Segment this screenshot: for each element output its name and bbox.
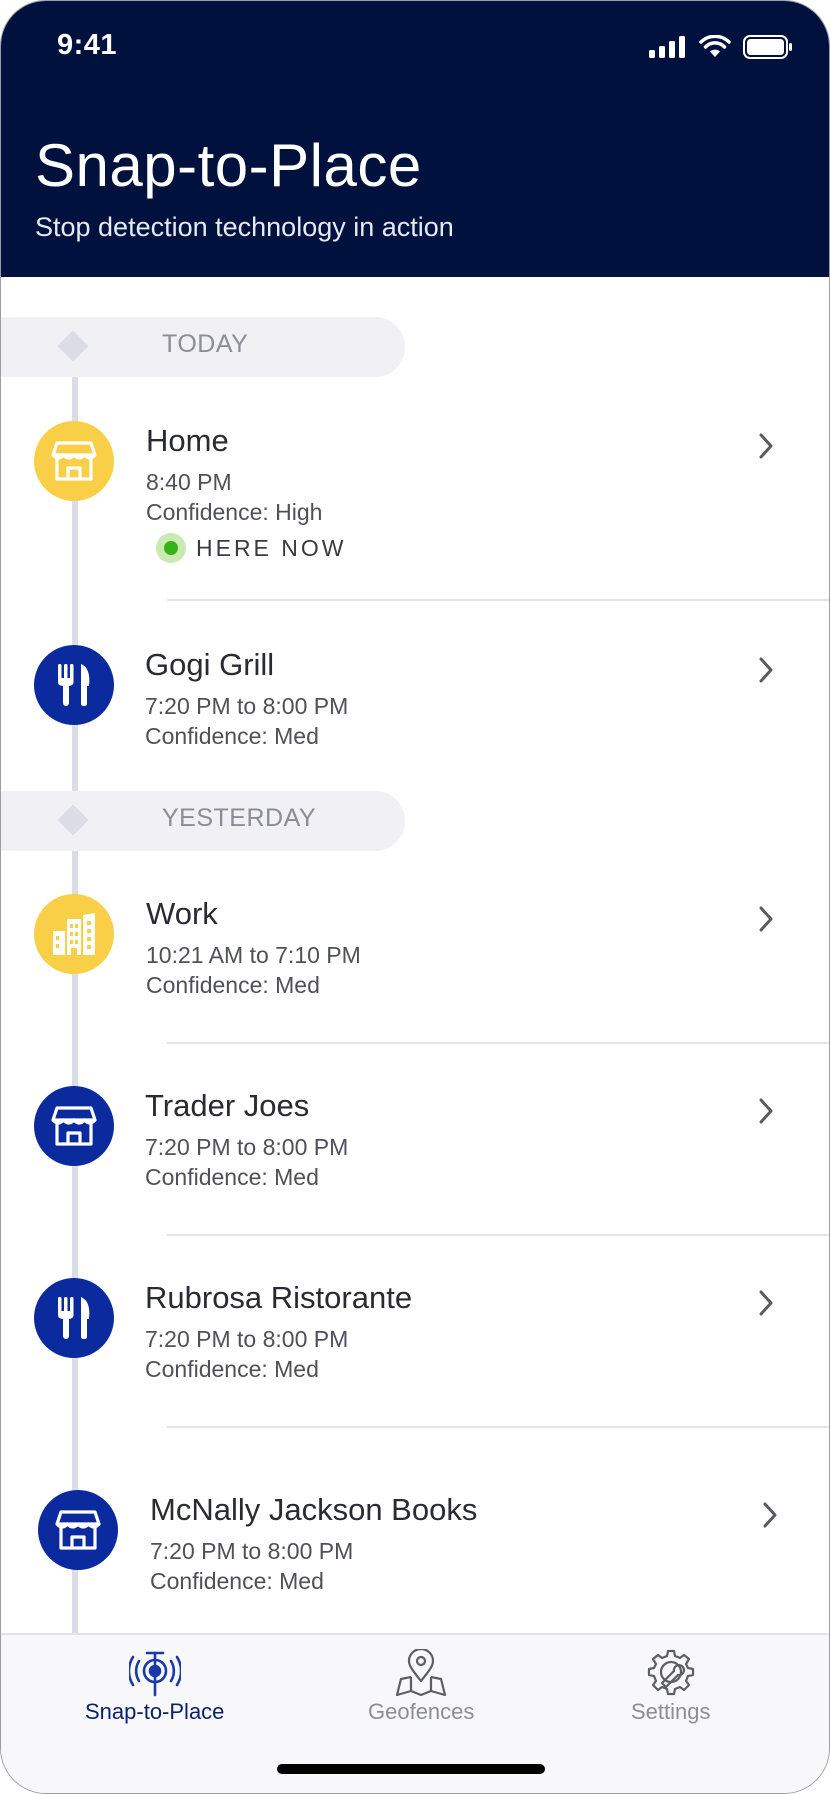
status-time: 9:41 [57, 29, 118, 61]
app-header: 9:41 Snap-to-Place Stop detection techno… [1, 1, 829, 277]
item-name: McNally Jackson Books [150, 1492, 478, 1527]
tab-label: Settings [631, 1699, 711, 1724]
divider [167, 1234, 829, 1236]
restaurant-icon [34, 645, 114, 725]
section-label: TODAY [162, 330, 249, 358]
item-time: 10:21 AM to 7:10 PM [146, 942, 361, 968]
item-time: 7:20 PM to 8:00 PM [145, 1134, 349, 1160]
item-confidence: Confidence: Med [146, 972, 320, 998]
map-pin-icon [396, 1649, 447, 1697]
item-confidence: Confidence: Med [145, 1356, 319, 1382]
item-name: Home [146, 423, 229, 458]
item-time: 7:20 PM to 8:00 PM [145, 693, 349, 719]
live-dot-icon [156, 533, 186, 563]
timeline-item-trader-joes[interactable]: Trader Joes 7:20 PM to 8:00 PM Confidenc… [1, 1066, 829, 1226]
item-confidence: Confidence: Med [145, 1164, 319, 1190]
timeline-item-gogi-grill[interactable]: Gogi Grill 7:20 PM to 8:00 PM Confidence… [1, 625, 829, 765]
tab-geofences[interactable]: Geofences [368, 1649, 474, 1725]
divider [167, 599, 829, 601]
here-now-badge: HERE NOW [156, 533, 347, 563]
home-indicator [277, 1764, 545, 1774]
timeline-item-work[interactable]: Work 10:21 AM to 7:10 PM Confidence: Med [1, 874, 829, 1034]
cellular-signal-icon [649, 36, 685, 58]
section-header-today: TODAY [1, 317, 405, 377]
item-confidence: Confidence: Med [145, 723, 319, 749]
chevron-right-icon [763, 1502, 777, 1528]
store-icon [34, 1086, 114, 1166]
section-label: YESTERDAY [162, 804, 317, 832]
tab-snap-to-place[interactable]: Snap-to-Place [85, 1649, 224, 1725]
radar-target-icon [128, 1651, 181, 1697]
timeline-diamond-icon [57, 804, 89, 836]
wifi-icon [699, 35, 731, 57]
item-time: 7:20 PM to 8:00 PM [150, 1538, 354, 1564]
tab-settings[interactable]: Settings [631, 1649, 711, 1725]
item-name: Trader Joes [145, 1088, 310, 1123]
item-name: Rubrosa Ristorante [145, 1280, 413, 1315]
item-confidence: Confidence: Med [150, 1568, 324, 1594]
store-icon [38, 1490, 118, 1570]
item-time: 8:40 PM [146, 469, 232, 495]
office-building-icon [34, 894, 114, 974]
timeline-item-rubrosa-ristorante[interactable]: Rubrosa Ristorante 7:20 PM to 8:00 PM Co… [1, 1258, 829, 1418]
restaurant-icon [34, 1278, 114, 1358]
page-title: Snap-to-Place [35, 132, 422, 199]
status-icons [649, 35, 793, 59]
here-now-label: HERE NOW [196, 534, 347, 561]
item-confidence: Confidence: High [146, 499, 323, 525]
tab-label: Snap-to-Place [85, 1699, 225, 1724]
gear-wrench-icon [647, 1649, 694, 1696]
tab-label: Geofences [368, 1699, 475, 1724]
timeline-item-home[interactable]: Home 8:40 PM Confidence: High HERE NOW [1, 401, 829, 601]
chevron-right-icon [759, 1098, 773, 1124]
phone-frame: 9:41 Snap-to-Place Stop detection techno… [0, 0, 830, 1794]
timeline-diamond-icon [57, 330, 89, 362]
divider [167, 1042, 829, 1044]
item-time: 7:20 PM to 8:00 PM [145, 1326, 349, 1352]
store-icon [34, 421, 114, 501]
chevron-right-icon [759, 1290, 773, 1316]
item-name: Work [146, 896, 218, 931]
chevron-right-icon [759, 906, 773, 932]
timeline-item-mcnally-jackson-books[interactable]: McNally Jackson Books 7:20 PM to 8:00 PM… [1, 1470, 829, 1630]
battery-icon [743, 35, 792, 59]
chevron-right-icon [759, 657, 773, 683]
chevron-right-icon [759, 433, 773, 459]
item-name: Gogi Grill [145, 647, 275, 682]
page-subtitle: Stop detection technology in action [35, 212, 454, 242]
section-header-yesterday: YESTERDAY [1, 791, 405, 851]
divider [167, 1426, 829, 1428]
